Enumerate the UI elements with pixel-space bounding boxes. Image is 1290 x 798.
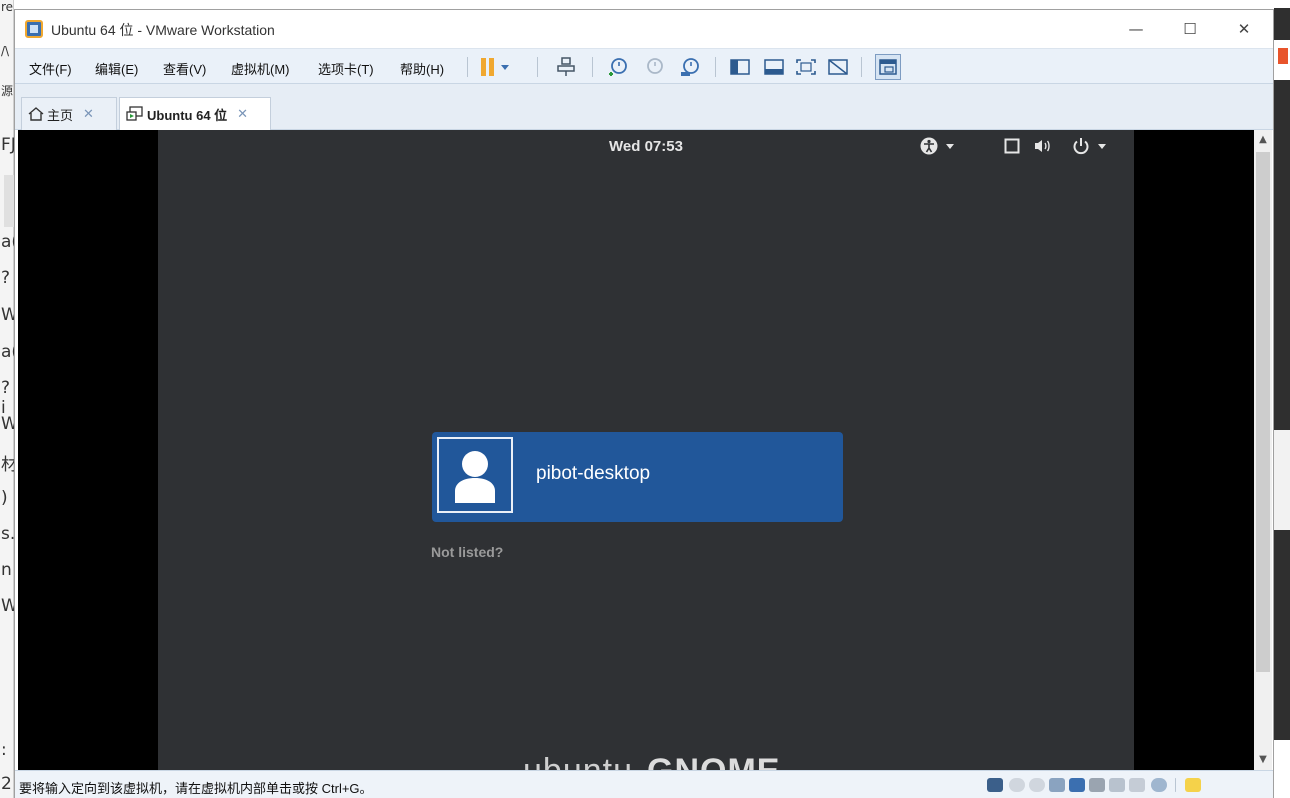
menu-file[interactable]: 文件(F) [29,59,72,78]
toolbar-divider [715,57,716,77]
unity-icon[interactable] [827,56,849,78]
vmware-app-icon [25,20,43,38]
toolbar-divider [1175,778,1176,792]
minimize-button[interactable]: — [1113,14,1159,44]
vm-display[interactable]: Wed 07:53 pibot-desktop Not listed? [18,130,1254,770]
not-listed-link[interactable]: Not listed? [431,544,503,560]
show-library-icon[interactable] [729,56,751,78]
usb-device-icon[interactable] [1089,778,1105,792]
printer-icon[interactable] [1129,778,1145,792]
accessibility-menu[interactable] [920,137,954,155]
console-view-icon[interactable] [875,54,901,80]
bg-fragment: 源 [1,84,14,98]
user-name: pibot-desktop [536,463,651,484]
bg-fragment: : [1,740,7,760]
clock-label[interactable]: Wed 07:53 [158,138,1134,155]
menu-tabs[interactable]: 选项卡(T) [318,59,374,78]
vertical-scrollbar[interactable]: ▲ ▼ [1254,130,1272,770]
power-menu[interactable] [1072,137,1106,155]
maximize-button[interactable]: ☐ [1167,14,1213,44]
user-list-item[interactable]: pibot-desktop [432,432,843,522]
volume-icon[interactable] [1034,137,1052,155]
gnome-login-screen: Wed 07:53 pibot-desktop Not listed? [158,130,1134,770]
window-title: Ubuntu 64 位 - VMware Workstation [51,22,275,38]
vm-tab-icon [126,106,143,121]
tab-bar: 主页 ✕ Ubuntu 64 位 ✕ [15,84,1273,130]
menu-toolbar: 文件(F) 编辑(E) 查看(V) 虚拟机(M) 选项卡(T) 帮助(H) [15,48,1273,84]
menu-view[interactable]: 查看(V) [163,59,206,78]
scrollbar-thumb[interactable] [1256,152,1270,672]
chevron-down-icon [1098,143,1106,149]
toolbar-divider [537,57,538,77]
pause-icon[interactable] [477,56,499,78]
desktop-root: re /\ 源 FJ a( ? W a( ?i W 材 ) s. n W : 2… [0,0,1290,798]
menu-help[interactable]: 帮助(H) [400,59,444,78]
bg-fragment: re [1,0,14,14]
close-tab-icon[interactable]: ✕ [83,107,94,122]
cd-drive-icon[interactable] [1009,778,1025,792]
camera-icon[interactable] [1151,778,1167,792]
gnome-logo-text: GNOME [647,752,780,770]
gnome-top-bar: Wed 07:53 [158,130,1134,162]
vmware-window: Ubuntu 64 位 - VMware Workstation — ☐ ✕ 文… [14,9,1274,798]
status-bar: 要将输入定向到该虚拟机，请在虚拟机内部单击或按 Ctrl+G。 [15,770,1273,798]
tab-ubuntu-label: Ubuntu 64 位 [147,107,228,123]
display-icon[interactable] [1004,137,1020,155]
chevron-down-icon [946,143,954,149]
background-block [4,175,14,227]
tab-ubuntu-vm[interactable]: Ubuntu 64 位 ✕ [119,97,271,130]
toolbar-divider [592,57,593,77]
scroll-up-arrow[interactable]: ▲ [1254,134,1272,145]
cd-drive-icon[interactable] [1029,778,1045,792]
bg-fragment: ? [1,268,11,288]
status-message: 要将输入定向到该虚拟机，请在虚拟机内部单击或按 Ctrl+G。 [19,781,373,796]
toolbar-divider [467,57,468,77]
full-screen-icon[interactable] [795,56,817,78]
hard-disk-icon[interactable] [987,778,1003,792]
bg-fragment: ) [1,488,8,508]
tab-home[interactable]: 主页 ✕ [21,97,117,130]
bg-fragment: n [1,560,12,580]
chevron-down-icon[interactable] [497,56,513,78]
bg-fragment: 2 [1,774,12,794]
send-ctrl-alt-del-icon[interactable] [555,56,577,78]
menu-edit[interactable]: 编辑(E) [95,59,138,78]
tab-home-label: 主页 [47,107,74,123]
revert-snapshot-icon[interactable] [643,56,665,78]
ubuntu-gnome-logo: ubuntu GNOME [523,752,780,770]
user-avatar-icon [455,451,495,503]
show-thumbnails-icon[interactable] [763,56,785,78]
background-app-icon [1278,48,1288,64]
background-block [1274,0,1290,8]
close-window-button[interactable]: ✕ [1221,14,1267,44]
snapshot-icon[interactable] [607,56,629,78]
ubuntu-logo-text: ubuntu [523,752,633,770]
toolbar-divider [861,57,862,77]
sound-card-icon[interactable] [1109,778,1125,792]
menu-vm[interactable]: 虚拟机(M) [231,59,290,78]
notes-icon[interactable] [1185,778,1201,792]
background-app-left: re /\ 源 FJ a( ? W a( ?i W 材 ) s. n W : 2 [0,0,18,798]
snapshot-manager-icon[interactable] [679,56,701,78]
scroll-down-arrow[interactable]: ▼ [1254,754,1272,765]
avatar [437,437,513,513]
bg-fragment: /\ [1,44,10,58]
title-bar: Ubuntu 64 位 - VMware Workstation — ☐ ✕ [15,10,1273,48]
accessibility-icon [920,137,938,155]
floppy-icon[interactable] [1049,778,1065,792]
power-icon [1073,138,1089,155]
home-icon [28,107,44,121]
background-block [1274,740,1290,798]
background-app-right [1274,0,1290,798]
background-block [1274,430,1290,530]
bg-fragment: ?i [1,378,11,418]
close-tab-icon[interactable]: ✕ [237,107,248,122]
network-adapter-icon[interactable] [1069,778,1085,792]
